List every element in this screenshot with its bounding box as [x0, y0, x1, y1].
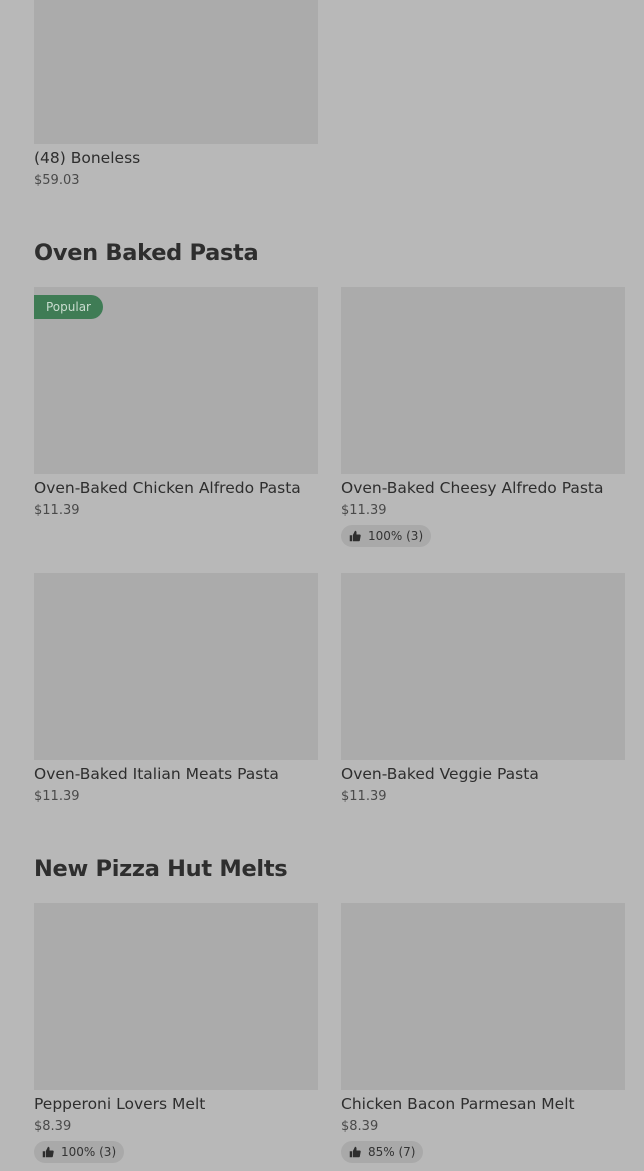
thumbs-up-icon	[349, 1146, 361, 1158]
item-name: (48) Boneless	[34, 149, 141, 167]
section-title: Oven Baked Pasta	[34, 240, 259, 266]
item-name: Oven-Baked Cheesy Alfredo Pasta	[341, 479, 604, 497]
menu-item-card[interactable]: Chicken Bacon Parmesan Melt $8.39 85% (7…	[341, 903, 625, 1165]
item-image	[34, 573, 318, 760]
rating-pill: 100% (3)	[34, 1141, 125, 1163]
item-image	[341, 903, 625, 1090]
section-title: New Pizza Hut Melts	[34, 856, 288, 882]
menu-item-card[interactable]: Oven-Baked Cheesy Alfredo Pasta $11.39 1…	[341, 287, 625, 549]
item-image	[341, 287, 625, 474]
item-name: Oven-Baked Veggie Pasta	[341, 765, 539, 783]
menu-item-card[interactable]: Popular Oven-Baked Chicken Alfredo Pasta…	[34, 287, 318, 523]
menu-item-card[interactable]: (48) Boneless $59.03	[34, 0, 318, 190]
item-image	[341, 573, 625, 760]
thumbs-up-icon	[42, 1146, 54, 1158]
thumbs-up-icon	[349, 530, 361, 542]
menu-item-card[interactable]: Oven-Baked Italian Meats Pasta $11.39	[34, 573, 318, 809]
item-price: $11.39	[341, 503, 387, 518]
item-price: $11.39	[34, 503, 80, 518]
item-price: $59.03	[34, 173, 80, 188]
rating-text: 85% (7)	[368, 1145, 416, 1159]
item-image	[34, 0, 318, 144]
item-name: Chicken Bacon Parmesan Melt	[341, 1095, 575, 1113]
item-price: $11.39	[34, 789, 80, 804]
item-name: Oven-Baked Italian Meats Pasta	[34, 765, 279, 783]
popular-badge: Popular	[34, 295, 103, 319]
item-price: $8.39	[341, 1119, 379, 1134]
rating-pill: 85% (7)	[341, 1141, 424, 1163]
menu-item-card[interactable]: Oven-Baked Veggie Pasta $11.39	[341, 573, 625, 809]
item-image	[34, 903, 318, 1090]
rating-text: 100% (3)	[61, 1145, 117, 1159]
rating-text: 100% (3)	[368, 529, 424, 543]
item-price: $8.39	[34, 1119, 72, 1134]
item-name: Pepperoni Lovers Melt	[34, 1095, 206, 1113]
item-price: $11.39	[341, 789, 387, 804]
item-name: Oven-Baked Chicken Alfredo Pasta	[34, 479, 301, 497]
rating-pill: 100% (3)	[341, 525, 432, 547]
menu-item-card[interactable]: Pepperoni Lovers Melt $8.39 100% (3)	[34, 903, 318, 1165]
